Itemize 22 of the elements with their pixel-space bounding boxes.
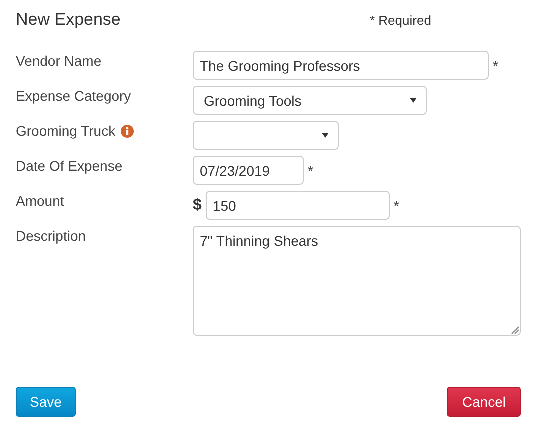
field-label: Amount <box>16 193 64 209</box>
amount-field[interactable]: 150 <box>206 191 390 220</box>
required-note: * Required <box>370 13 432 28</box>
text-field[interactable]: The Grooming Professors <box>193 51 489 80</box>
description-field[interactable]: 7" Thinning Shears <box>193 226 521 336</box>
resize-handle-icon[interactable] <box>511 326 519 334</box>
dropdown[interactable]: Grooming Tools <box>193 86 427 115</box>
form-title: New Expense <box>16 9 122 30</box>
info-icon[interactable] <box>120 124 134 138</box>
cancel-button[interactable]: Cancel <box>447 387 521 417</box>
field-label: Date Of Expense <box>16 158 123 174</box>
text-field[interactable]: 07/23/2019 <box>193 156 304 185</box>
required-mark: * <box>493 58 498 74</box>
required-mark: * <box>394 198 400 214</box>
caret-icon <box>322 133 329 138</box>
field-label: Grooming Truck <box>16 123 116 139</box>
field-label: Vendor Name <box>16 53 102 69</box>
field-label: Expense Category <box>16 88 132 104</box>
currency-symbol: $ <box>193 196 202 214</box>
caret-icon <box>410 98 417 103</box>
field-label: Description <box>16 228 86 244</box>
required-mark: * <box>308 162 314 178</box>
